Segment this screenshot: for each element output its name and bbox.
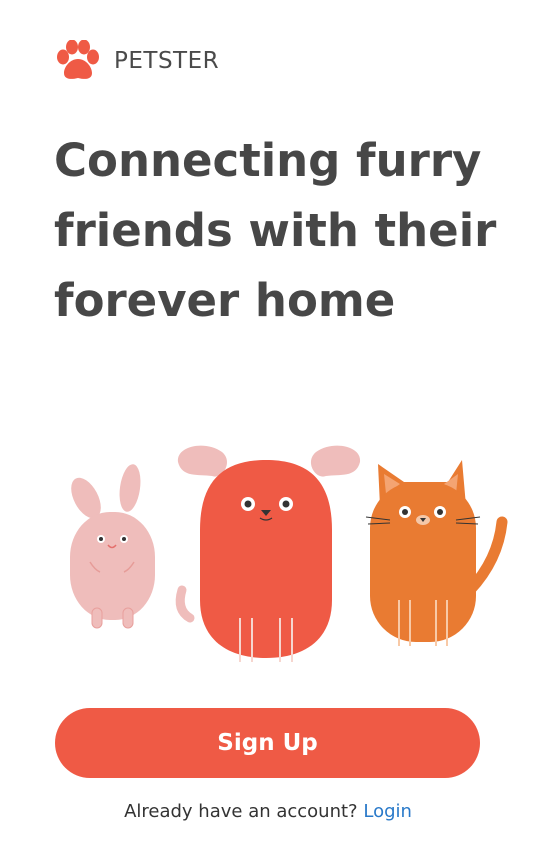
login-link[interactable]: Login	[363, 801, 412, 822]
rabbit-illustration	[70, 464, 155, 629]
account-prompt-text: Already have an account?	[124, 801, 358, 822]
hero-headline: Connecting furry friends with their fore…	[54, 134, 497, 327]
login-prompt: Already have an account? Login	[0, 798, 536, 826]
welcome-screen: PETSTER Connecting furry friends with th…	[0, 0, 536, 855]
paw-icon	[57, 40, 99, 79]
brand-name: PETSTER	[114, 48, 220, 74]
dog-illustration	[175, 445, 361, 662]
pets-illustration	[70, 445, 508, 662]
sign-up-button[interactable]: Sign Up	[55, 708, 480, 778]
brand-header: PETSTER	[54, 40, 219, 82]
cat-illustration	[365, 460, 508, 646]
